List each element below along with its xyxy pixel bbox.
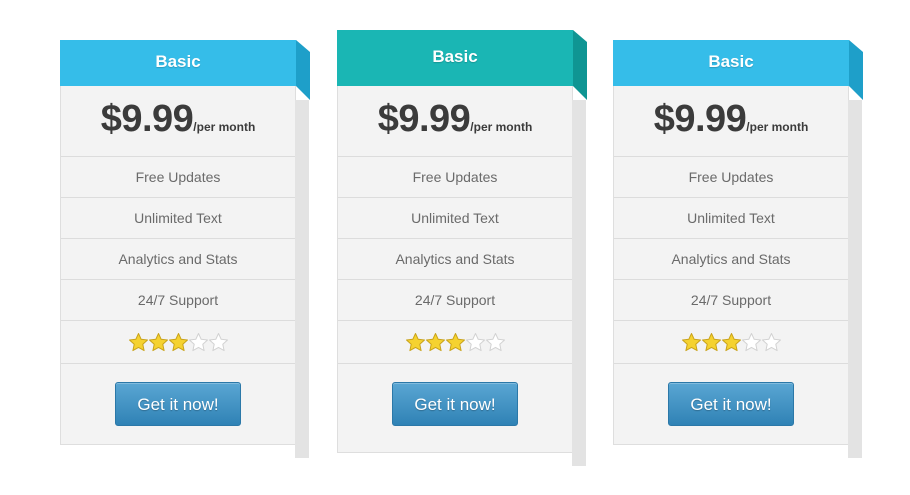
price-row: $9.99/per month	[338, 86, 572, 157]
feature-analytics-stats: Analytics and Stats	[338, 239, 572, 280]
star-empty-icon	[741, 333, 761, 352]
feature-unlimited-text: Unlimited Text	[338, 198, 572, 239]
price-amount: $9.99	[100, 98, 194, 140]
price-period: /per month	[193, 120, 256, 134]
star-filled-icon	[148, 333, 168, 352]
price-amount: $9.99	[377, 98, 471, 140]
plan-title: Basic	[708, 52, 754, 71]
plan-body: $9.99/per month Free Updates Unlimited T…	[60, 86, 309, 458]
get-it-now-button[interactable]: Get it now!	[392, 382, 518, 426]
card-side-shadow	[848, 100, 862, 458]
feature-free-updates: Free Updates	[338, 157, 572, 198]
card-side-shadow	[572, 100, 586, 466]
rating-stars	[614, 321, 848, 364]
plan-title: Basic	[432, 47, 478, 66]
price-amount: $9.99	[653, 98, 747, 140]
plan-title: Basic	[155, 52, 201, 71]
plan-header: Basic	[60, 40, 310, 100]
star-filled-icon	[405, 333, 425, 352]
feature-free-updates: Free Updates	[614, 157, 848, 198]
star-filled-icon	[168, 333, 188, 352]
plan-body: $9.99/per month Free Updates Unlimited T…	[613, 86, 862, 458]
star-filled-icon	[425, 333, 445, 352]
card-side-shadow	[295, 100, 309, 458]
feature-unlimited-text: Unlimited Text	[614, 198, 848, 239]
header-fold	[296, 40, 310, 100]
feature-analytics-stats: Analytics and Stats	[61, 239, 295, 280]
feature-support: 24/7 Support	[614, 280, 848, 321]
rating-stars	[61, 321, 295, 364]
plan-header: Basic	[337, 30, 587, 100]
get-it-now-button[interactable]: Get it now!	[668, 382, 794, 426]
cta-row: Get it now!	[338, 364, 572, 444]
pricing-card-basic-1: Basic $9.99/per month Free Updates Unlim…	[60, 40, 310, 458]
pricing-card-basic-3: Basic $9.99/per month Free Updates Unlim…	[613, 40, 863, 458]
feature-analytics-stats: Analytics and Stats	[614, 239, 848, 280]
star-filled-icon	[445, 333, 465, 352]
star-filled-icon	[701, 333, 721, 352]
plan-header: Basic	[613, 40, 863, 100]
cta-row: Get it now!	[61, 364, 295, 444]
get-it-now-button[interactable]: Get it now!	[115, 382, 241, 426]
star-empty-icon	[485, 333, 505, 352]
cta-row: Get it now!	[614, 364, 848, 444]
star-filled-icon	[721, 333, 741, 352]
star-empty-icon	[465, 333, 485, 352]
rating-stars	[338, 321, 572, 364]
feature-support: 24/7 Support	[338, 280, 572, 321]
star-empty-icon	[188, 333, 208, 352]
feature-unlimited-text: Unlimited Text	[61, 198, 295, 239]
header-fold	[849, 40, 863, 100]
star-filled-icon	[128, 333, 148, 352]
feature-free-updates: Free Updates	[61, 157, 295, 198]
pricing-table: Basic $9.99/per month Free Updates Unlim…	[0, 0, 910, 495]
price-row: $9.99/per month	[61, 86, 295, 157]
star-filled-icon	[681, 333, 701, 352]
header-fold	[573, 30, 587, 100]
feature-support: 24/7 Support	[61, 280, 295, 321]
star-empty-icon	[208, 333, 228, 352]
price-row: $9.99/per month	[614, 86, 848, 157]
pricing-card-basic-2: Basic $9.99/per month Free Updates Unlim…	[337, 30, 587, 466]
price-period: /per month	[470, 120, 533, 134]
plan-body: $9.99/per month Free Updates Unlimited T…	[337, 86, 586, 466]
price-period: /per month	[746, 120, 809, 134]
star-empty-icon	[761, 333, 781, 352]
